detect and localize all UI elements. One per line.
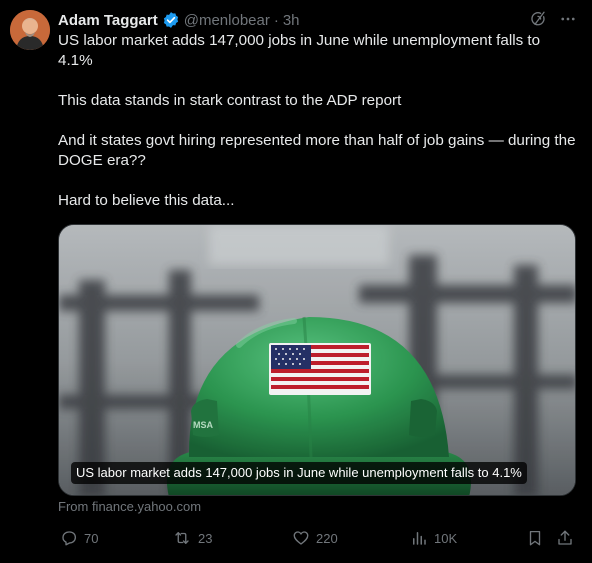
share-button[interactable] <box>556 527 580 549</box>
author-handle[interactable]: @menlobear <box>184 12 270 29</box>
tweet-paragraph: This data stands in stark contrast to th… <box>58 92 402 109</box>
like-button[interactable]: 220 <box>292 527 338 549</box>
avatar[interactable] <box>10 10 50 50</box>
separator-dot: · <box>273 11 279 29</box>
verified-badge-icon <box>162 11 180 29</box>
more-options-icon[interactable] <box>558 9 578 29</box>
tweet: Adam Taggart @menlobear · 3h US labor ma… <box>0 0 592 563</box>
like-count: 220 <box>316 530 338 546</box>
link-source[interactable]: From finance.yahoo.com <box>58 499 201 514</box>
timestamp[interactable]: 3h <box>283 12 300 29</box>
tweet-paragraph: US labor market adds 147,000 jobs in Jun… <box>58 32 541 69</box>
repost-icon <box>175 532 189 544</box>
tweet-header: Adam Taggart @menlobear · 3h <box>58 9 572 31</box>
link-card-image[interactable]: MSA US labor market adds 147,000 jobs in… <box>58 224 576 496</box>
reply-count: 70 <box>84 530 99 546</box>
top-actions <box>528 9 578 29</box>
author-name[interactable]: Adam Taggart <box>58 12 158 29</box>
repost-button[interactable]: 23 <box>172 527 212 549</box>
link-card-caption: US labor market adds 147,000 jobs in Jun… <box>71 462 527 484</box>
reply-button[interactable]: 70 <box>60 527 98 549</box>
views-chart-icon <box>413 532 426 545</box>
reply-icon <box>62 531 77 546</box>
grok-icon[interactable] <box>528 9 548 29</box>
bookmark-icon <box>529 530 541 546</box>
views-count: 10K <box>434 530 458 546</box>
tweet-paragraph: Hard to believe this data... <box>58 192 235 209</box>
tweet-paragraph: And it states govt hiring represented mo… <box>58 132 576 169</box>
views-button[interactable]: 10K <box>410 527 457 549</box>
tweet-text: US labor market adds 147,000 jobs in Jun… <box>58 31 578 211</box>
repost-count: 23 <box>198 530 213 546</box>
bookmark-button[interactable] <box>526 527 550 549</box>
share-icon <box>558 530 572 545</box>
heart-icon <box>293 531 309 545</box>
action-bar: 70 23 220 10K <box>58 527 578 549</box>
